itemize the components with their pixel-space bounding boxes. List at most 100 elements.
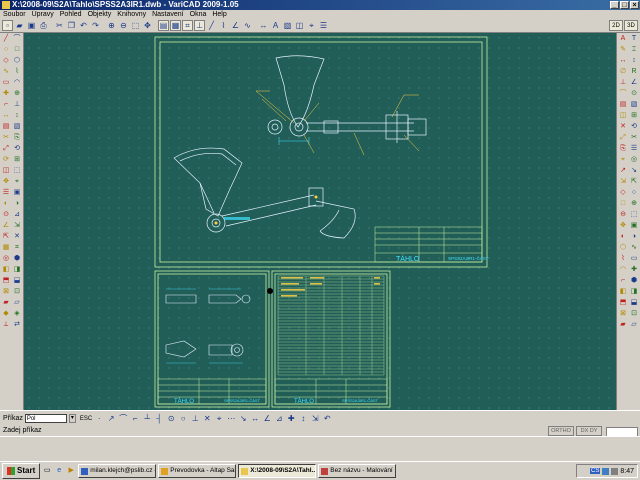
left-tool-21-icon[interactable]: ⤢ (1, 144, 11, 154)
left-tool-7-icon[interactable]: ∿ (1, 67, 11, 77)
redo-icon[interactable]: ↷ (90, 20, 101, 31)
right-tool-24-icon[interactable]: ◎ (629, 155, 639, 165)
language-indicator[interactable]: CS (590, 468, 601, 474)
left-tool-49-icon[interactable]: ▰ (1, 298, 11, 308)
left-tool-46-icon[interactable]: ⬓ (12, 276, 22, 286)
dimension-icon[interactable]: ↔ (258, 20, 269, 31)
right-tool-53-icon[interactable]: ▰ (618, 320, 628, 330)
right-tool-16-icon[interactable]: ⊞ (629, 111, 639, 121)
right-tool-54-icon[interactable]: ▱ (629, 320, 639, 330)
tool-perp-icon[interactable]: ⊥ (190, 414, 200, 423)
new-file-icon[interactable]: ▫ (2, 20, 13, 31)
menu-nastaveni[interactable]: Nastavení (149, 10, 187, 19)
tool-tangent-icon[interactable]: ○ (178, 414, 188, 423)
cut-icon[interactable]: ✂ (54, 20, 65, 31)
right-tool-8-icon[interactable]: R (629, 67, 639, 77)
tool-near-icon[interactable]: ⌖ (214, 414, 224, 424)
network-icon[interactable] (602, 467, 610, 475)
properties-icon[interactable]: ☰ (318, 20, 329, 31)
right-tool-20-icon[interactable]: ✂ (629, 133, 639, 143)
tool-undo-icon[interactable]: ↶ (322, 414, 332, 423)
right-tool-34-icon[interactable]: ⬚ (629, 210, 639, 220)
right-tool-12-icon[interactable]: ⊙ (629, 89, 639, 99)
right-tool-11-icon[interactable]: ⌒ (618, 89, 628, 99)
left-tool-5-icon[interactable]: ◇ (1, 56, 11, 66)
task-varicad[interactable]: X:\2008-09\S2A\Tahl... (238, 464, 317, 478)
right-tool-17-icon[interactable]: ✕ (618, 122, 628, 132)
view-3d-button[interactable]: 3D (624, 20, 638, 31)
menu-upravy[interactable]: Úpravy (29, 10, 57, 19)
right-tool-41-icon[interactable]: ⌇ (618, 254, 628, 264)
right-tool-18-icon[interactable]: ⟲ (629, 122, 639, 132)
left-tool-47-icon[interactable]: ⊠ (1, 287, 11, 297)
right-tool-38-icon[interactable]: ◑ (629, 232, 639, 242)
copy-icon[interactable]: ❐ (66, 20, 77, 31)
left-tool-30-icon[interactable]: ▣ (12, 188, 22, 198)
command-input[interactable]: Pol (24, 414, 67, 423)
menu-pohled[interactable]: Pohled (57, 10, 85, 19)
menu-soubor[interactable]: Soubor (0, 10, 29, 19)
right-tool-5-icon[interactable]: ↔ (618, 56, 628, 66)
left-tool-32-icon[interactable]: ◑ (12, 199, 22, 209)
grid-icon[interactable]: ▦ (170, 20, 181, 31)
left-tool-34-icon[interactable]: ⊿ (12, 210, 22, 220)
angle-icon[interactable]: ∠ (230, 20, 241, 31)
menu-okna[interactable]: Okna (187, 10, 210, 19)
tool-center-icon[interactable]: ⊙ (166, 414, 176, 423)
tool-last-icon[interactable]: ⇲ (310, 414, 320, 423)
right-tool-29-icon[interactable]: ◇ (618, 188, 628, 198)
left-tool-50-icon[interactable]: ▱ (12, 298, 22, 308)
pan-icon[interactable]: ✥ (142, 20, 153, 31)
left-tool-6-icon[interactable]: ⬡ (12, 56, 22, 66)
right-tool-47-icon[interactable]: ◧ (618, 287, 628, 297)
tool-end-icon[interactable]: ┤ (154, 414, 164, 423)
right-tool-51-icon[interactable]: ⊠ (618, 309, 628, 319)
right-tool-4-icon[interactable]: ⌶ (629, 45, 639, 55)
left-tool-24-icon[interactable]: ⊞ (12, 155, 22, 165)
right-tool-31-icon[interactable]: □ (618, 199, 628, 209)
left-tool-33-icon[interactable]: ⊙ (1, 210, 11, 220)
coords-indicator[interactable]: DX DY (576, 426, 602, 436)
close-button[interactable]: × (630, 1, 639, 9)
right-tool-10-icon[interactable]: ∠ (629, 78, 639, 88)
save-icon[interactable]: ▣ (26, 20, 37, 31)
tool-intersect-icon[interactable]: ✕ (202, 414, 212, 423)
right-tool-43-icon[interactable]: ◠ (618, 265, 628, 275)
right-tool-39-icon[interactable]: ⬡ (618, 243, 628, 253)
right-tool-25-icon[interactable]: ↗ (618, 166, 628, 176)
drawing-canvas[interactable]: TÁHLO SPSS2A3IR1-ČÁST TÁHLO SPSS2A3IR1-Č… (24, 33, 616, 410)
tool-mid-icon[interactable]: ┴ (142, 414, 152, 423)
quicklaunch-media-icon[interactable]: ▶ (66, 466, 76, 476)
right-tool-15-icon[interactable]: ◫ (618, 111, 628, 121)
window-title-bar[interactable]: X:\2008-09\S2A\Tahlo\SPSS2A3IR1.dwb - Va… (0, 0, 640, 10)
snap-icon[interactable]: ⌗ (182, 20, 193, 31)
command-dropdown-button[interactable]: ▾ (68, 414, 76, 423)
left-tool-8-icon[interactable]: ⌇ (12, 67, 22, 77)
left-tool-11-icon[interactable]: ✚ (1, 89, 11, 99)
left-tool-16-icon[interactable]: ↕ (12, 111, 22, 121)
tool-polar-icon[interactable]: ⊿ (274, 414, 284, 423)
text-icon[interactable]: A (270, 20, 281, 31)
right-tool-2-icon[interactable]: T (629, 34, 639, 44)
tool-grid-icon[interactable]: ⋯ (226, 414, 236, 423)
tool-corner-icon[interactable]: ⌐ (130, 414, 140, 423)
right-tool-28-icon[interactable]: ⇱ (629, 177, 639, 187)
right-tool-36-icon[interactable]: ▣ (629, 221, 639, 231)
left-tool-13-icon[interactable]: ⌐ (1, 100, 11, 110)
right-tool-52-icon[interactable]: ⊡ (629, 309, 639, 319)
right-tool-49-icon[interactable]: ⬒ (618, 298, 628, 308)
left-tool-51-icon[interactable]: ◆ (1, 309, 11, 319)
left-tool-29-icon[interactable]: ☰ (1, 188, 11, 198)
right-tool-1-icon[interactable]: A (618, 34, 628, 44)
print-icon[interactable]: ⎙ (38, 20, 49, 31)
quicklaunch-desktop-icon[interactable]: ▭ (42, 466, 52, 476)
left-tool-10-icon[interactable]: ◠ (12, 78, 22, 88)
tool-arrow-icon[interactable]: ↗ (106, 414, 116, 423)
left-tool-37-icon[interactable]: ⇱ (1, 232, 11, 242)
line-icon[interactable]: ╱ (206, 20, 217, 31)
right-tool-3-icon[interactable]: ✎ (618, 45, 628, 55)
tool-point-icon[interactable]: · (94, 414, 104, 423)
layer-icon[interactable]: ▤ (158, 20, 169, 31)
view-2d-button[interactable]: 2D (609, 20, 623, 31)
left-tool-19-icon[interactable]: ✂ (1, 133, 11, 143)
